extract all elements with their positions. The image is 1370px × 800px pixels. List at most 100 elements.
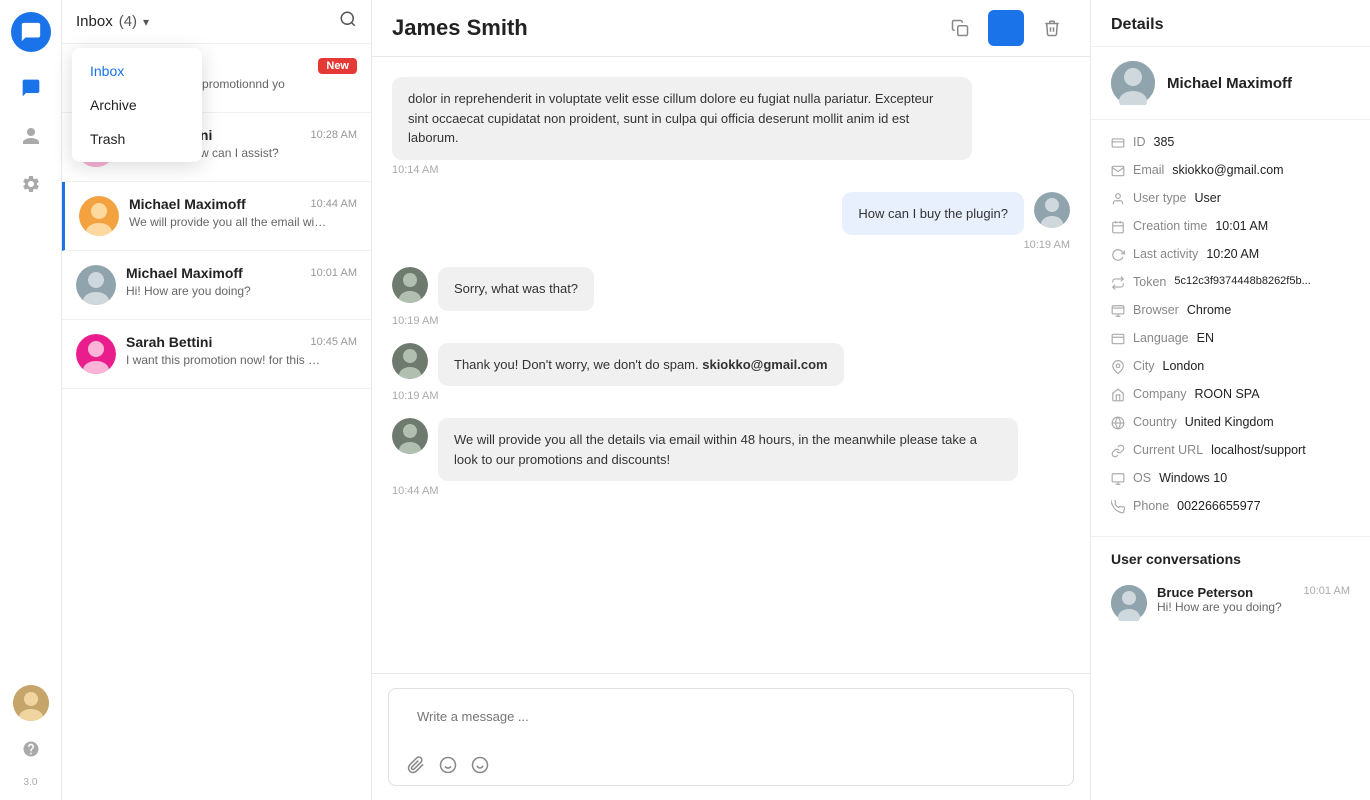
avatar — [79, 196, 119, 236]
conversation-item[interactable]: Sarah Bettini 10:45 AM I want this promo… — [62, 320, 371, 389]
message-time: 10:19 AM — [392, 315, 438, 327]
details-header: Details — [1091, 0, 1370, 47]
nav-settings-icon[interactable] — [11, 164, 51, 204]
inbox-dropdown-button[interactable]: Inbox (4) ▾ — [76, 13, 149, 30]
chat-input-area — [372, 673, 1090, 800]
last-activity-value: 10:20 AM — [1206, 247, 1259, 261]
delete-action-button[interactable] — [1034, 10, 1070, 46]
message-avatar — [392, 343, 428, 379]
conversation-time: 10:44 AM — [311, 198, 357, 210]
creation-time-value: 10:01 AM — [1215, 219, 1268, 233]
detail-row-os: OS Windows 10 — [1111, 466, 1350, 494]
detail-row-creation-time: Creation time 10:01 AM — [1111, 214, 1350, 242]
app-logo — [11, 12, 51, 52]
usertype-value: User — [1195, 191, 1221, 205]
message-bubble: Thank you! Don't worry, we don't do spam… — [438, 343, 844, 387]
sidebar-header: Inbox (4) ▾ Inbox Archive Trash — [62, 0, 371, 44]
inbox-dropdown-menu: Inbox Archive Trash — [72, 48, 202, 162]
dropdown-item-inbox[interactable]: Inbox — [72, 54, 202, 88]
message-time: 10:44 AM — [392, 485, 438, 497]
message-avatar — [392, 418, 428, 454]
usertype-icon — [1111, 192, 1125, 209]
phone-value: 002266655977 — [1177, 499, 1260, 513]
inbox-count: (4) — [119, 13, 137, 30]
chat-title: James Smith — [392, 15, 528, 41]
detail-row-language: Language EN — [1111, 326, 1350, 354]
nav-inbox-icon[interactable] — [11, 68, 51, 108]
company-label: Company — [1133, 387, 1187, 401]
message-time: 10:14 AM — [392, 164, 438, 176]
conversation-time: 10:45 AM — [311, 336, 357, 348]
download-action-button[interactable] — [988, 10, 1024, 46]
message-input[interactable] — [403, 699, 1059, 743]
os-label: OS — [1133, 471, 1151, 485]
message-item: dolor in reprehenderit in voluptate veli… — [392, 77, 1070, 176]
details-username: Michael Maximoff — [1167, 75, 1292, 92]
message-bubble: Sorry, what was that? — [438, 267, 594, 311]
avatar — [76, 265, 116, 305]
user-conv-preview: Hi! How are you doing? — [1157, 600, 1350, 614]
message-bubble: We will provide you all the details via … — [438, 418, 1018, 481]
message-item: Sorry, what was that? 10:19 AM — [392, 267, 1070, 327]
url-value: localhost/support — [1211, 443, 1306, 457]
dropdown-item-archive[interactable]: Archive — [72, 88, 202, 122]
nav-bottom: 3.0 — [11, 685, 51, 788]
avatar — [76, 334, 116, 374]
browser-icon — [1111, 304, 1125, 321]
browser-value: Chrome — [1187, 303, 1231, 317]
chat-messages: dolor in reprehenderit in voluptate veli… — [372, 57, 1090, 673]
emoji-alt-button[interactable] — [439, 756, 457, 779]
new-badge: New — [318, 58, 357, 74]
token-label: Token — [1133, 275, 1166, 289]
token-icon — [1111, 276, 1125, 293]
id-value: 385 — [1154, 135, 1175, 149]
country-icon — [1111, 416, 1125, 433]
conversation-content: Michael Maximoff 10:44 AM We will provid… — [129, 196, 357, 236]
conversation-name: Michael Maximoff — [126, 265, 243, 281]
copy-action-button[interactable] — [942, 10, 978, 46]
conversation-name: Sarah Bettini — [126, 334, 212, 350]
dropdown-item-trash[interactable]: Trash — [72, 122, 202, 156]
detail-row-id: ID 385 — [1111, 130, 1350, 158]
language-label: Language — [1133, 331, 1189, 345]
message-time: 10:19 AM — [392, 390, 438, 402]
url-label: Current URL — [1133, 443, 1203, 457]
detail-row-phone: Phone 002266655977 — [1111, 494, 1350, 522]
detail-row-token: Token 5c12c3f9374448b8262f5b... — [1111, 270, 1350, 298]
phone-icon — [1111, 500, 1125, 517]
search-button[interactable] — [339, 10, 357, 33]
message-bubble: How can I buy the plugin? — [842, 192, 1024, 236]
chat-header: James Smith — [372, 0, 1090, 57]
conversation-item[interactable]: Michael Maximoff 10:01 AM Hi! How are yo… — [62, 251, 371, 320]
country-label: Country — [1133, 415, 1177, 429]
left-navigation: 3.0 — [0, 0, 62, 800]
user-conversation-item[interactable]: Bruce Peterson 10:01 AM Hi! How are you … — [1111, 579, 1350, 627]
phone-label: Phone — [1133, 499, 1169, 513]
conversation-content: Michael Maximoff 10:01 AM Hi! How are yo… — [126, 265, 357, 305]
detail-row-last-activity: Last activity 10:20 AM — [1111, 242, 1350, 270]
nav-help-icon[interactable] — [11, 729, 51, 769]
detail-row-email: Email skiokko@gmail.com — [1111, 158, 1350, 186]
email-highlight: skiokko@gmail.com — [702, 357, 827, 372]
emoji-button[interactable] — [471, 756, 489, 779]
user-avatar[interactable] — [13, 685, 49, 721]
user-conv-avatar — [1111, 585, 1147, 621]
message-item: We will provide you all the details via … — [392, 418, 1070, 497]
country-value: United Kingdom — [1185, 415, 1274, 429]
id-icon — [1111, 136, 1125, 153]
attachment-button[interactable] — [407, 756, 425, 779]
email-label: Email — [1133, 163, 1164, 177]
user-conversations-title: User conversations — [1111, 551, 1350, 567]
chat-actions — [942, 10, 1070, 46]
nav-contacts-icon[interactable] — [11, 116, 51, 156]
conversation-preview: I want this promotion now! for this secr… — [126, 353, 326, 367]
url-icon — [1111, 444, 1125, 461]
detail-row-country: Country United Kingdom — [1111, 410, 1350, 438]
usertype-label: User type — [1133, 191, 1187, 205]
conversation-preview: Hi! How are you doing? — [126, 284, 326, 298]
details-user: Michael Maximoff — [1091, 47, 1370, 120]
detail-row-usertype: User type User — [1111, 186, 1350, 214]
conversation-item[interactable]: Michael Maximoff 10:44 AM We will provid… — [62, 182, 371, 251]
inbox-label: Inbox — [76, 13, 113, 30]
company-icon — [1111, 388, 1125, 405]
